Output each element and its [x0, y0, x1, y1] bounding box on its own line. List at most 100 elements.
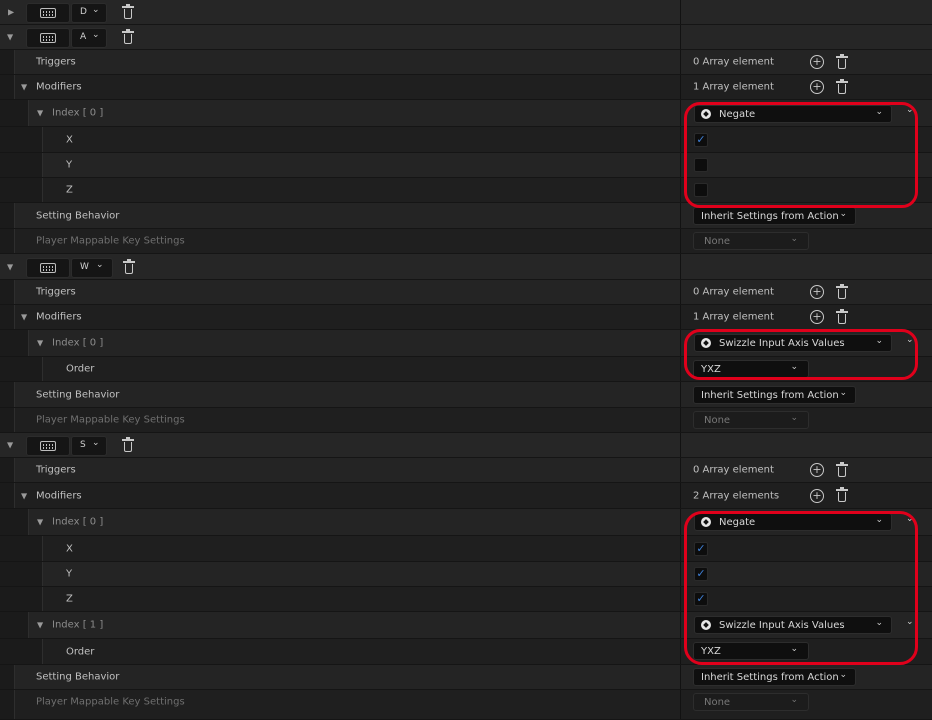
chevron-down-icon[interactable]: ⌄ — [906, 335, 914, 345]
negate-x-checkbox[interactable]: ✓ — [694, 133, 708, 147]
add-modifier-plus-icon[interactable]: + — [810, 80, 824, 94]
delete-mapping-trash-icon[interactable] — [122, 29, 134, 45]
modifier-class-select[interactable]: Negate ⌄ — [694, 105, 892, 123]
chevron-down-icon: ⌄ — [839, 388, 847, 398]
keyboard-icon — [40, 441, 56, 451]
negate-x-checkbox[interactable]: ✓ — [694, 542, 708, 556]
negate-z-label: Z — [66, 593, 73, 605]
key-select-dropdown[interactable]: A ⌄ — [71, 28, 107, 48]
mapping-row-d: ▶ D ⌄ — [0, 0, 932, 25]
order-select[interactable]: YXZ ⌄ — [693, 642, 809, 660]
modifier-class-label: Negate — [719, 517, 756, 528]
collapse-arrow-icon[interactable]: ▼ — [21, 83, 27, 92]
negate-y-row: Y ✓ — [0, 562, 932, 587]
player-mappable-select[interactable]: None ⌄ — [693, 232, 809, 250]
chevron-down-icon: ⌄ — [790, 362, 798, 372]
key-select-dropdown[interactable]: W ⌄ — [71, 258, 113, 278]
collapse-arrow-icon[interactable]: ▼ — [7, 441, 13, 450]
indent-gutter — [0, 382, 15, 407]
key-select-dropdown[interactable]: D ⌄ — [71, 3, 107, 23]
add-trigger-plus-icon[interactable]: + — [810, 55, 824, 69]
chevron-down-icon: ⌄ — [875, 618, 883, 628]
chevron-down-icon[interactable]: ⌄ — [906, 105, 914, 115]
keyboard-key-button[interactable] — [26, 258, 70, 278]
add-trigger-plus-icon[interactable]: + — [810, 285, 824, 299]
column-divider — [680, 612, 681, 638]
indent-gutter — [14, 639, 29, 664]
modifier-index-row: ▼ Index [ 1 ] Swizzle Input Axis Values ⌄… — [0, 612, 932, 639]
chevron-down-icon: ⌄ — [92, 5, 100, 15]
setting-behavior-select[interactable]: Inherit Settings from Action ⌄ — [693, 207, 856, 225]
keyboard-key-button[interactable] — [26, 436, 70, 456]
indent-gutter — [0, 483, 15, 508]
column-divider — [680, 305, 681, 329]
delete-mapping-trash-icon[interactable] — [122, 4, 134, 20]
setting-behavior-select[interactable]: Inherit Settings from Action ⌄ — [693, 386, 856, 404]
clear-modifiers-trash-icon[interactable] — [836, 79, 848, 95]
setting-behavior-select[interactable]: Inherit Settings from Action ⌄ — [693, 668, 856, 686]
clear-triggers-trash-icon[interactable] — [836, 54, 848, 70]
player-mappable-select[interactable]: None ⌄ — [693, 411, 809, 429]
indent-gutter — [28, 127, 43, 152]
modifier-index-row: ▼ Index [ 0 ] Negate ⌄ ⌄ — [0, 100, 932, 127]
indent-gutter — [28, 639, 43, 664]
collapse-arrow-icon[interactable]: ▼ — [21, 491, 27, 500]
chevron-down-icon: ⌄ — [790, 644, 798, 654]
column-divider — [680, 178, 681, 202]
indent-gutter — [0, 229, 15, 253]
column-divider — [680, 25, 681, 49]
column-divider — [680, 587, 681, 611]
collapse-arrow-icon[interactable]: ▼ — [37, 621, 43, 630]
modifier-class-select[interactable]: Swizzle Input Axis Values ⌄ — [694, 334, 892, 352]
order-select[interactable]: YXZ ⌄ — [693, 360, 809, 378]
ue-class-icon — [701, 517, 711, 527]
add-modifier-plus-icon[interactable]: + — [810, 488, 824, 503]
clear-triggers-trash-icon[interactable] — [836, 462, 848, 478]
modifier-class-select[interactable]: Swizzle Input Axis Values ⌄ — [694, 616, 892, 634]
modifiers-row: ▼ Modifiers 2 Array elements + — [0, 483, 932, 509]
delete-mapping-trash-icon[interactable] — [123, 259, 135, 275]
keyboard-key-button[interactable] — [26, 3, 70, 23]
clear-modifiers-trash-icon[interactable] — [836, 309, 848, 325]
collapse-arrow-icon[interactable]: ▼ — [7, 33, 13, 42]
negate-y-checkbox[interactable] — [694, 158, 708, 172]
add-trigger-plus-icon[interactable]: + — [810, 463, 824, 477]
indent-gutter — [14, 357, 29, 381]
collapse-arrow-icon[interactable]: ▼ — [7, 262, 13, 271]
negate-z-checkbox[interactable] — [694, 183, 708, 197]
add-modifier-plus-icon[interactable]: + — [810, 310, 824, 324]
chevron-down-icon[interactable]: ⌄ — [906, 514, 914, 524]
clear-modifiers-trash-icon[interactable] — [836, 487, 848, 503]
expand-arrow-icon[interactable]: ▶ — [8, 8, 14, 17]
column-divider — [680, 229, 681, 253]
modifier-class-select[interactable]: Negate ⌄ — [694, 513, 892, 531]
collapse-arrow-icon[interactable]: ▼ — [37, 339, 43, 348]
modifiers-label: Modifiers — [36, 81, 82, 93]
player-mappable-label: Player Mappable Key Settings — [36, 696, 185, 708]
key-select-dropdown[interactable]: S ⌄ — [71, 436, 107, 456]
indent-gutter — [14, 562, 29, 586]
chevron-down-icon[interactable]: ⌄ — [906, 617, 914, 627]
keyboard-key-button[interactable] — [26, 28, 70, 48]
negate-y-row: Y — [0, 153, 932, 178]
delete-mapping-trash-icon[interactable] — [122, 437, 134, 453]
modifiers-row: ▼ Modifiers 1 Array element + — [0, 75, 932, 100]
player-mappable-select[interactable]: None ⌄ — [693, 693, 809, 711]
setting-behavior-row: Setting Behavior Inherit Settings from A… — [0, 203, 932, 229]
indent-gutter — [0, 562, 15, 586]
column-divider — [680, 639, 681, 664]
collapse-arrow-icon[interactable]: ▼ — [37, 109, 43, 118]
collapse-arrow-icon[interactable]: ▼ — [21, 313, 27, 322]
negate-z-checkbox[interactable]: ✓ — [694, 592, 708, 606]
negate-y-checkbox[interactable]: ✓ — [694, 567, 708, 581]
setting-behavior-value: Inherit Settings from Action — [701, 672, 839, 683]
chevron-down-icon: ⌄ — [875, 336, 883, 346]
collapse-arrow-icon[interactable]: ▼ — [37, 518, 43, 527]
negate-y-label: Y — [66, 568, 73, 580]
clear-triggers-trash-icon[interactable] — [836, 284, 848, 300]
setting-behavior-label: Setting Behavior — [36, 210, 120, 221]
negate-y-label: Y — [66, 159, 73, 171]
indent-gutter — [0, 536, 15, 561]
column-divider — [680, 330, 681, 356]
order-row: Order YXZ ⌄ — [0, 357, 932, 382]
